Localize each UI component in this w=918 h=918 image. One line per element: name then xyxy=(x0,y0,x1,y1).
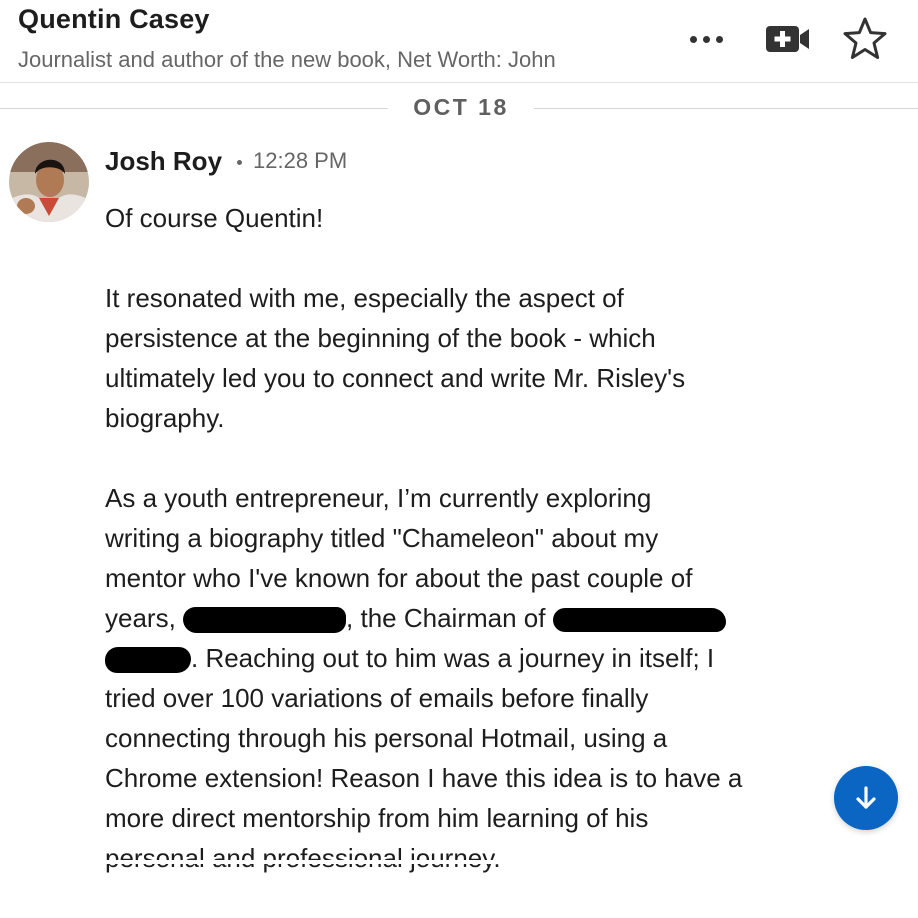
message-line: tried over 100 variations of emails befo… xyxy=(105,683,649,713)
message-line: writing a biography titled "Chameleon" a… xyxy=(105,523,659,553)
more-icon-dot xyxy=(715,35,723,43)
message-line: years, , the Chairman of xyxy=(105,598,825,638)
date-divider: OCT 18 xyxy=(0,90,918,130)
more-icon xyxy=(689,35,697,43)
sender-name[interactable]: Josh Roy xyxy=(105,146,222,177)
divider-line xyxy=(534,108,918,109)
redaction-mark xyxy=(552,608,726,633)
redaction-mark xyxy=(183,607,347,634)
date-label: OCT 18 xyxy=(413,94,509,120)
message-line: It resonated with me, especially the asp… xyxy=(105,283,624,313)
message-line: ultimately led you to connect and write … xyxy=(105,363,686,393)
message-line: more direct mentorship from him learning… xyxy=(105,803,649,833)
redaction-mark xyxy=(105,647,191,674)
message-text: , the Chairman of xyxy=(346,603,553,633)
star-button[interactable] xyxy=(838,14,892,64)
more-options-button[interactable] xyxy=(680,22,732,56)
contact-name[interactable]: Quentin Casey xyxy=(18,4,210,35)
video-call-button[interactable] xyxy=(760,18,816,60)
separator-dot xyxy=(237,160,242,165)
video-call-icon xyxy=(766,26,809,52)
message-body: Of course Quentin! It resonated with me,… xyxy=(105,198,825,918)
message-paragraph: Of course Quentin! xyxy=(105,203,324,233)
message-line: mentor who I've known for about the past… xyxy=(105,563,693,593)
message-text: years, xyxy=(105,603,184,633)
message-timestamp: 12:28 PM xyxy=(253,148,348,173)
message-line: Chrome extension! Reason I have this ide… xyxy=(105,763,743,793)
divider-line xyxy=(0,108,388,109)
message-line: As a youth entrepreneur, I’m currently e… xyxy=(105,483,652,513)
message-line: connecting through his personal Hotmail,… xyxy=(105,723,668,753)
user-avatar-icon xyxy=(9,142,89,222)
message-line: biography. xyxy=(105,403,225,433)
message-paragraph: It resonated with me, especially the asp… xyxy=(105,278,825,438)
star-icon xyxy=(843,17,887,59)
contact-headline: Journalist and author of the new book, N… xyxy=(18,47,556,72)
sender-avatar[interactable] xyxy=(9,142,89,222)
message-text: . Reaching out to him was a journey in i… xyxy=(191,643,715,673)
message-paragraph: As a youth entrepreneur, I’m currently e… xyxy=(105,478,825,878)
viewport-bottom-edge xyxy=(0,860,918,864)
conversation-header: Quentin Casey Journalist and author of t… xyxy=(0,0,918,83)
arrow-down-icon xyxy=(856,786,876,809)
more-icon-dot xyxy=(702,35,710,43)
message-line: persistence at the beginning of the book… xyxy=(105,323,656,353)
scroll-to-bottom-button[interactable] xyxy=(834,766,898,830)
message-line: . Reaching out to him was a journey in i… xyxy=(105,638,825,678)
message-line: personal and professional journey. xyxy=(105,843,501,873)
